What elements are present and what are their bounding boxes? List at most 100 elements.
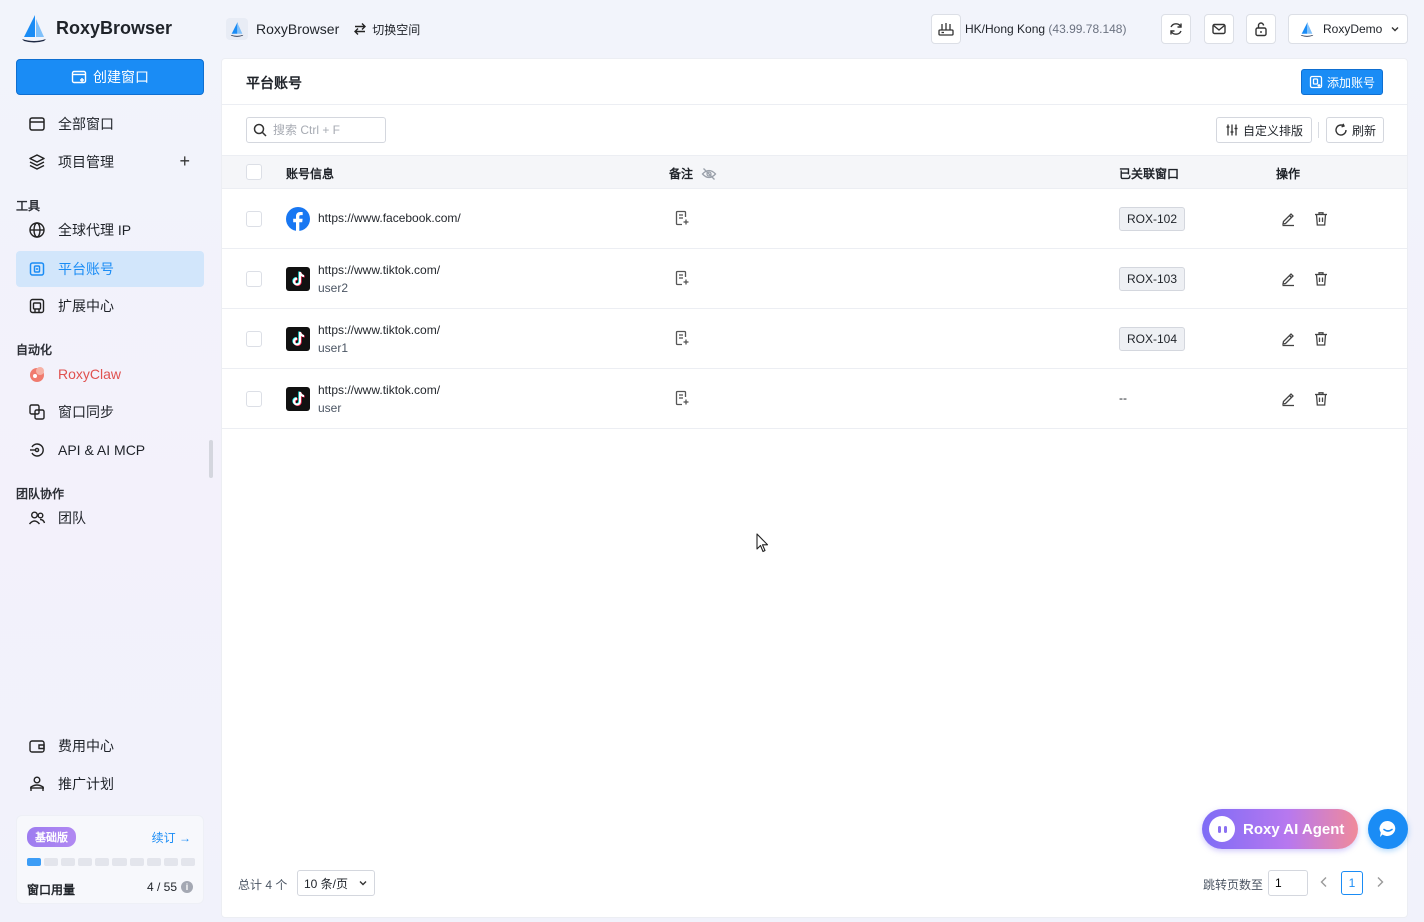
add-account-button[interactable]: 添加账号 xyxy=(1301,69,1383,95)
table-row[interactable]: https://www.tiktok.com/ user1 ROX-104 xyxy=(222,309,1407,369)
refresh-button[interactable]: 刷新 xyxy=(1326,117,1384,143)
sidebar: RoxyBrowser 创建窗口 全部窗口 项目管理 + 工具 全球代理 IP … xyxy=(0,0,220,922)
messages-button[interactable] xyxy=(1204,14,1234,44)
plan-badge: 基础版 xyxy=(27,827,76,847)
row-checkbox[interactable] xyxy=(246,271,262,287)
linked-window-tag[interactable]: ROX-104 xyxy=(1119,327,1186,351)
switch-workspace-label: 切换空间 xyxy=(372,22,421,37)
sidebar-item-affiliate[interactable]: 推广计划 xyxy=(16,766,204,802)
edit-icon[interactable] xyxy=(1280,331,1296,347)
usage-value-text: 4 / 55 xyxy=(146,880,177,894)
sidebar-item-api-mcp[interactable]: API & AI MCP xyxy=(16,432,204,468)
edit-icon[interactable] xyxy=(1280,271,1296,287)
ai-agent-label: Roxy AI Agent xyxy=(1243,820,1345,838)
sidebar-scrollbar[interactable] xyxy=(209,440,213,478)
sidebar-item-label: 全球代理 IP xyxy=(58,222,132,238)
account-url: https://www.facebook.com/ xyxy=(318,211,461,225)
proxy-ip-status[interactable]: HK/Hong Kong (43.99.78.148) xyxy=(931,14,1147,44)
usage-value: 4 / 55 i xyxy=(147,880,193,894)
page-size-select[interactable]: 10 条/页 xyxy=(297,870,375,896)
row-checkbox[interactable] xyxy=(246,391,262,407)
sync-button[interactable] xyxy=(1161,14,1191,44)
edit-icon[interactable] xyxy=(1280,211,1296,227)
search-input[interactable] xyxy=(273,123,373,137)
chevron-down-icon xyxy=(359,881,367,886)
edit-icon[interactable] xyxy=(1280,391,1296,407)
chat-support-button[interactable] xyxy=(1368,809,1408,849)
row-checkbox[interactable] xyxy=(246,211,262,227)
eye-off-icon[interactable] xyxy=(701,167,717,181)
roxy-ai-agent-button[interactable]: Roxy AI Agent xyxy=(1202,809,1358,849)
note-add-icon[interactable] xyxy=(674,270,690,286)
chevron-down-icon xyxy=(1391,27,1399,32)
account-card-icon xyxy=(28,260,46,278)
ip-address: (43.99.78.148) xyxy=(1048,22,1127,36)
sidebar-item-label: RoxyClaw xyxy=(58,366,122,382)
sidebar-item-extensions[interactable]: 扩展中心 xyxy=(16,288,204,324)
facebook-icon xyxy=(286,207,310,231)
jump-page-input[interactable] xyxy=(1268,870,1308,896)
delete-icon[interactable] xyxy=(1313,211,1329,227)
table-row[interactable]: https://www.tiktok.com/ user -- xyxy=(222,369,1407,429)
note-add-icon[interactable] xyxy=(674,330,690,346)
sidebar-item-window-sync[interactable]: 窗口同步 xyxy=(16,394,204,430)
usage-label: 窗口用量 xyxy=(27,883,76,897)
ip-location: HK/Hong Kong xyxy=(965,22,1046,36)
app-logo[interactable]: RoxyBrowser xyxy=(20,12,172,44)
lock-button[interactable] xyxy=(1246,14,1276,44)
account-username: user xyxy=(318,401,342,415)
sidebar-item-label: API & AI MCP xyxy=(58,442,146,458)
affiliate-icon xyxy=(28,775,46,793)
chevron-left-icon[interactable] xyxy=(1317,875,1331,889)
column-note: 备注 xyxy=(669,165,717,182)
refresh-circle-icon xyxy=(1170,23,1182,35)
page-button-current[interactable]: 1 xyxy=(1341,871,1363,895)
column-linked-window: 已关联窗口 xyxy=(1119,167,1180,181)
delete-icon[interactable] xyxy=(1313,271,1329,287)
extension-icon xyxy=(28,297,46,315)
custom-layout-button[interactable]: 自定义排版 xyxy=(1216,117,1312,143)
user-avatar-icon xyxy=(1300,22,1314,37)
refresh-icon xyxy=(1335,123,1347,136)
note-add-icon[interactable] xyxy=(674,390,690,406)
chevron-right-icon[interactable] xyxy=(1373,875,1387,889)
search-box[interactable] xyxy=(246,117,386,143)
add-account-icon xyxy=(1309,75,1323,89)
user-menu[interactable]: RoxyDemo xyxy=(1288,14,1408,44)
info-icon[interactable]: i xyxy=(181,881,193,893)
roxyclaw-icon xyxy=(28,365,46,383)
ip-text: HK/Hong Kong (43.99.78.148) xyxy=(965,22,1126,36)
add-project-icon[interactable]: + xyxy=(179,152,190,170)
row-checkbox[interactable] xyxy=(246,331,262,347)
linked-window-tag[interactable]: ROX-102 xyxy=(1119,207,1186,231)
create-window-button[interactable]: 创建窗口 xyxy=(16,59,204,95)
sidebar-item-projects[interactable]: 项目管理 + xyxy=(16,144,204,180)
sidebar-item-team[interactable]: 团队 xyxy=(16,500,204,536)
page-size-value: 10 条/页 xyxy=(304,876,349,891)
linked-window-tag[interactable]: ROX-103 xyxy=(1119,267,1186,291)
switch-workspace-button[interactable]: 切换空间 xyxy=(353,21,420,38)
table-row[interactable]: https://www.facebook.com/ ROX-102 xyxy=(222,189,1407,249)
select-all-checkbox[interactable] xyxy=(246,164,262,180)
mail-icon xyxy=(1212,23,1226,35)
sliders-icon xyxy=(1226,124,1238,136)
roxy-logo-icon xyxy=(22,15,46,43)
sidebar-item-roxyclaw[interactable]: RoxyClaw xyxy=(16,356,204,392)
sidebar-item-label: 窗口同步 xyxy=(58,404,114,420)
renew-link[interactable]: 续订 → xyxy=(152,829,191,846)
table-row[interactable]: https://www.tiktok.com/ user2 ROX-103 xyxy=(222,249,1407,309)
chat-icon xyxy=(1379,820,1396,837)
workspace-logo-icon xyxy=(226,18,248,40)
linked-window-empty: -- xyxy=(1119,391,1127,405)
sidebar-item-platform-accounts[interactable]: 平台账号 xyxy=(16,251,204,287)
delete-icon[interactable] xyxy=(1313,391,1329,407)
mouse-cursor-icon xyxy=(756,533,769,553)
sidebar-item-all-windows[interactable]: 全部窗口 xyxy=(16,106,204,142)
wallet-icon xyxy=(28,737,46,755)
page-title: 平台账号 xyxy=(246,75,302,91)
plan-card: 基础版 续订 → 窗口用量 4 / 55 i xyxy=(16,815,204,904)
sidebar-item-billing[interactable]: 费用中心 xyxy=(16,728,204,764)
note-add-icon[interactable] xyxy=(674,210,690,226)
delete-icon[interactable] xyxy=(1313,331,1329,347)
sidebar-item-proxy-ip[interactable]: 全球代理 IP xyxy=(16,212,204,248)
